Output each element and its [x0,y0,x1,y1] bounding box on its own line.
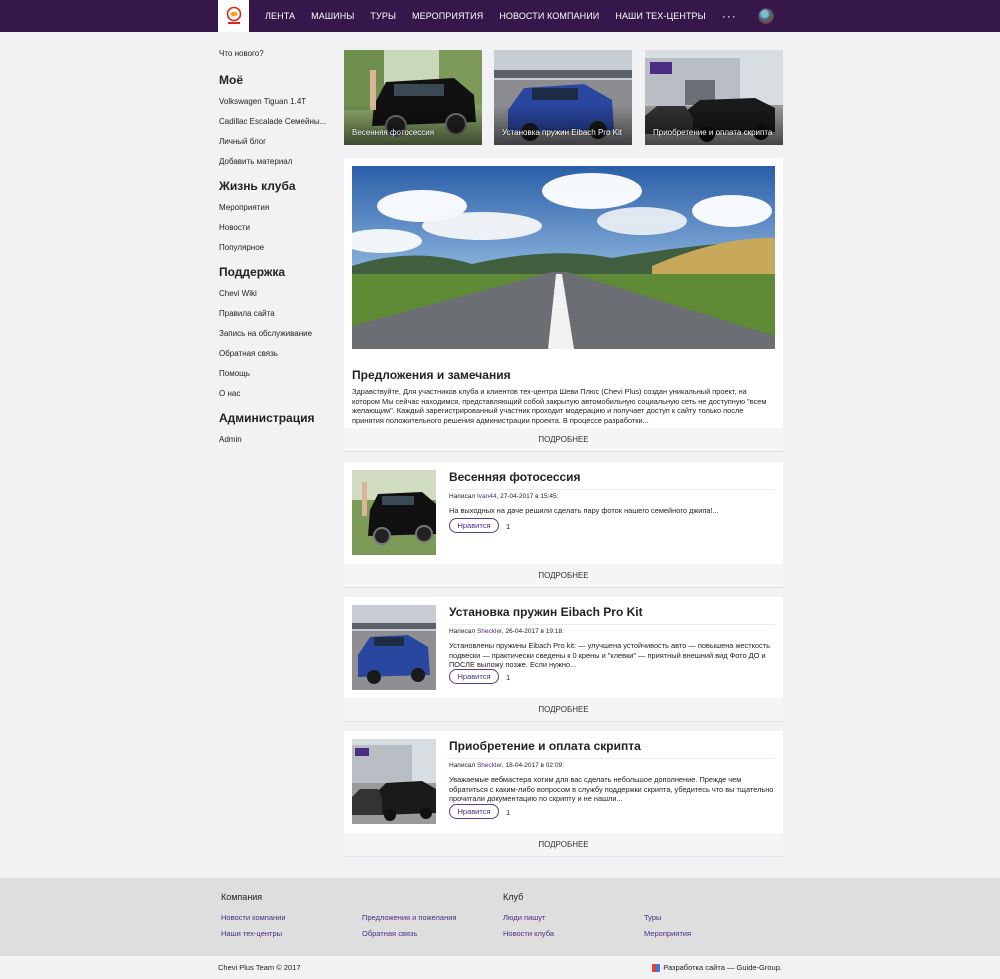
post-title[interactable]: Установка пружин Eibach Pro Kit [449,605,643,619]
post-more-button[interactable]: ПОДРОБНЕЕ [344,698,783,722]
bottom-bar: Chevi Plus Team © 2017 Разработка сайта … [0,956,1000,979]
nav-item-events[interactable]: МЕРОПРИЯТИЯ [412,11,483,21]
sidebar-item-add-material[interactable]: Добавить материал [219,157,329,177]
post-meta: Написал Ivan44, 27-04-2017 в 15:45: [449,493,559,500]
post-image[interactable] [352,739,436,824]
thumb-shade [344,105,482,145]
like-button[interactable]: Нравится [449,518,499,533]
sidebar-item-news[interactable]: Новости [219,223,329,243]
post-excerpt: Уважаемые вебмастера хотим для вас сдела… [449,775,774,803]
sidebar-item-service-booking[interactable]: Запись на обслуживание [219,329,329,349]
sidebar-item-events[interactable]: Мероприятия [219,203,329,223]
divider [449,758,775,759]
blue-car-photo-image [352,605,436,690]
sidebar-heading-club-life: Жизнь клуба [219,179,296,193]
post-title[interactable]: Приобретение и оплата скрипта [449,739,641,753]
post-card: Весенняя фотосессия Написал Ivan44, 27-0… [344,462,783,588]
post-image[interactable] [352,470,436,555]
more-menu-icon[interactable]: ··· [722,9,737,23]
sidebar-item-wiki[interactable]: Chevi Wiki [219,289,329,309]
sidebar-item-escalade[interactable]: Cadillac Escalade Семейны... [219,117,329,137]
sidebar-item-whats-new[interactable]: Что нового? [219,49,329,71]
post-excerpt: Установлены пружины Eibach Pro kit: — ул… [449,641,770,669]
hero-image[interactable] [352,166,775,349]
post-author-link[interactable]: Sheckler [477,762,502,769]
footer-link-suggestions[interactable]: Предложения и пожелания [362,913,456,922]
sidebar-heading-support: Поддержка [219,265,286,279]
sidebar-item-personal-blog[interactable]: Личный блог [219,137,329,157]
developer-logo-icon [652,963,661,972]
sidebar-heading-mine: Моё [219,73,243,87]
thumb-shade [645,105,783,145]
nav-item-tours[interactable]: ТУРЫ [370,11,396,21]
like-count: 1 [506,808,511,817]
suv-photo-image [352,470,436,555]
road-landscape-image [352,166,775,349]
nav-item-feed[interactable]: ЛЕНТА [265,11,295,21]
footer-link-club-news[interactable]: Новости клуба [503,929,554,938]
thumb-caption: Весенняя фотосессия [352,128,435,137]
divider [449,624,775,625]
footer: Компания Клуб Новости компании Наши тех-… [0,878,1000,956]
featured-more-button[interactable]: ПОДРОБНЕЕ [344,428,783,452]
service-center-photo-image [352,739,436,824]
sidebar-item-feedback[interactable]: Обратная связь [219,349,329,369]
post-title[interactable]: Весенняя фотосессия [449,470,581,484]
site-logo[interactable] [218,0,249,32]
sidebar-heading-admin: Администрация [219,411,315,425]
sidebar-item-admin[interactable]: Admin [219,435,329,455]
thumb-eibach-springs[interactable]: Установка пружин Eibach Pro Kit [494,50,632,145]
post-meta: Написал Sheckler, 26-04-2017 в 19:18: [449,628,564,635]
post-meta: Написал Sheckler, 18-04-2017 в 02:09: [449,762,564,769]
like-button[interactable]: Нравится [449,804,499,819]
post-more-button[interactable]: ПОДРОБНЕЕ [344,564,783,588]
post-more-button[interactable]: ПОДРОБНЕЕ [344,833,783,857]
thumb-caption: Приобретение и оплата скрипта [653,128,773,137]
footer-link-company-news[interactable]: Новости компании [221,913,286,922]
nav-item-tech-centers[interactable]: НАШИ ТЕХ-ЦЕНТРЫ [615,11,705,21]
post-author-link[interactable]: Ivan44 [477,493,497,500]
footer-link-events[interactable]: Мероприятия [644,929,691,938]
sidebar-item-rules[interactable]: Правила сайта [219,309,329,329]
divider [449,489,775,490]
featured-card: Предложения и замечания Здравствуйте, Дл… [344,158,783,452]
sidebar-item-help[interactable]: Помощь [219,369,329,389]
like-count: 1 [506,522,511,531]
club-logo-icon [226,6,241,24]
developer-credit[interactable]: Разработка сайта — Guide-Group. [652,963,782,972]
sidebar-item-popular[interactable]: Популярное [219,243,329,263]
copyright-text: Chevi Plus Team © 2017 [218,963,301,972]
featured-text: Здравствуйте, Для участников клуба и кли… [352,387,767,425]
sidebar: Что нового? Моё Volkswagen Tiguan 1.4T C… [219,49,329,455]
footer-link-feedback[interactable]: Обратная связь [362,929,417,938]
like-count: 1 [506,673,511,682]
post-card: Установка пружин Eibach Pro Kit Написал … [344,597,783,722]
top-navbar: ЛЕНТА МАШИНЫ ТУРЫ МЕРОПРИЯТИЯ НОВОСТИ КО… [0,0,1000,32]
post-author-link[interactable]: Sheckler [477,628,502,635]
thumb-shade [494,105,632,145]
sidebar-item-tiguan[interactable]: Volkswagen Tiguan 1.4T [219,97,329,117]
footer-heading-company: Компания [221,892,263,902]
footer-link-people-write[interactable]: Люди пишут [503,913,545,922]
like-button[interactable]: Нравится [449,669,499,684]
footer-heading-club: Клуб [503,892,524,902]
developer-text: Разработка сайта — Guide-Group. [663,963,782,972]
thumb-spring-photoshoot[interactable]: Весенняя фотосессия [344,50,482,145]
sidebar-item-about[interactable]: О нас [219,389,329,409]
footer-link-tours[interactable]: Туры [644,913,661,922]
footer-link-tech-centers[interactable]: Наши тех-центры [221,929,282,938]
main-nav: ЛЕНТА МАШИНЫ ТУРЫ МЕРОПРИЯТИЯ НОВОСТИ КО… [265,0,737,32]
user-avatar[interactable] [758,8,774,24]
post-image[interactable] [352,605,436,690]
thumb-caption: Установка пружин Eibach Pro Kit [502,128,622,137]
nav-item-cars[interactable]: МАШИНЫ [311,11,354,21]
post-card: Приобретение и оплата скрипта Написал Sh… [344,731,783,857]
post-excerpt: На выходных на даче решили сделать пару … [449,506,719,515]
featured-title[interactable]: Предложения и замечания [352,368,511,382]
nav-item-company-news[interactable]: НОВОСТИ КОМПАНИИ [499,11,599,21]
thumb-script-purchase[interactable]: Приобретение и оплата скрипта [645,50,783,145]
